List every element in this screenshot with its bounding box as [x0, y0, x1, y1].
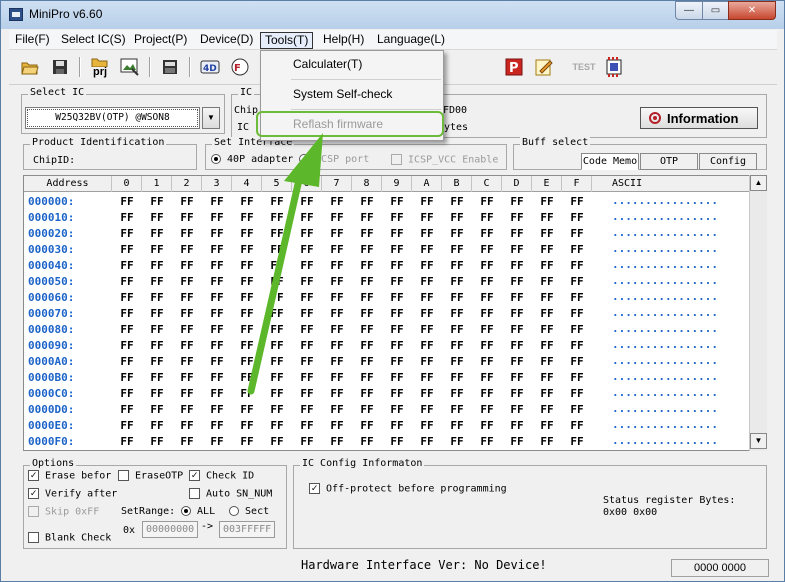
app-window: MiniPro v6.60 — ▭ ✕ File(F) Select IC(S)… [0, 0, 785, 582]
annotation-arrow-icon [247, 133, 323, 395]
